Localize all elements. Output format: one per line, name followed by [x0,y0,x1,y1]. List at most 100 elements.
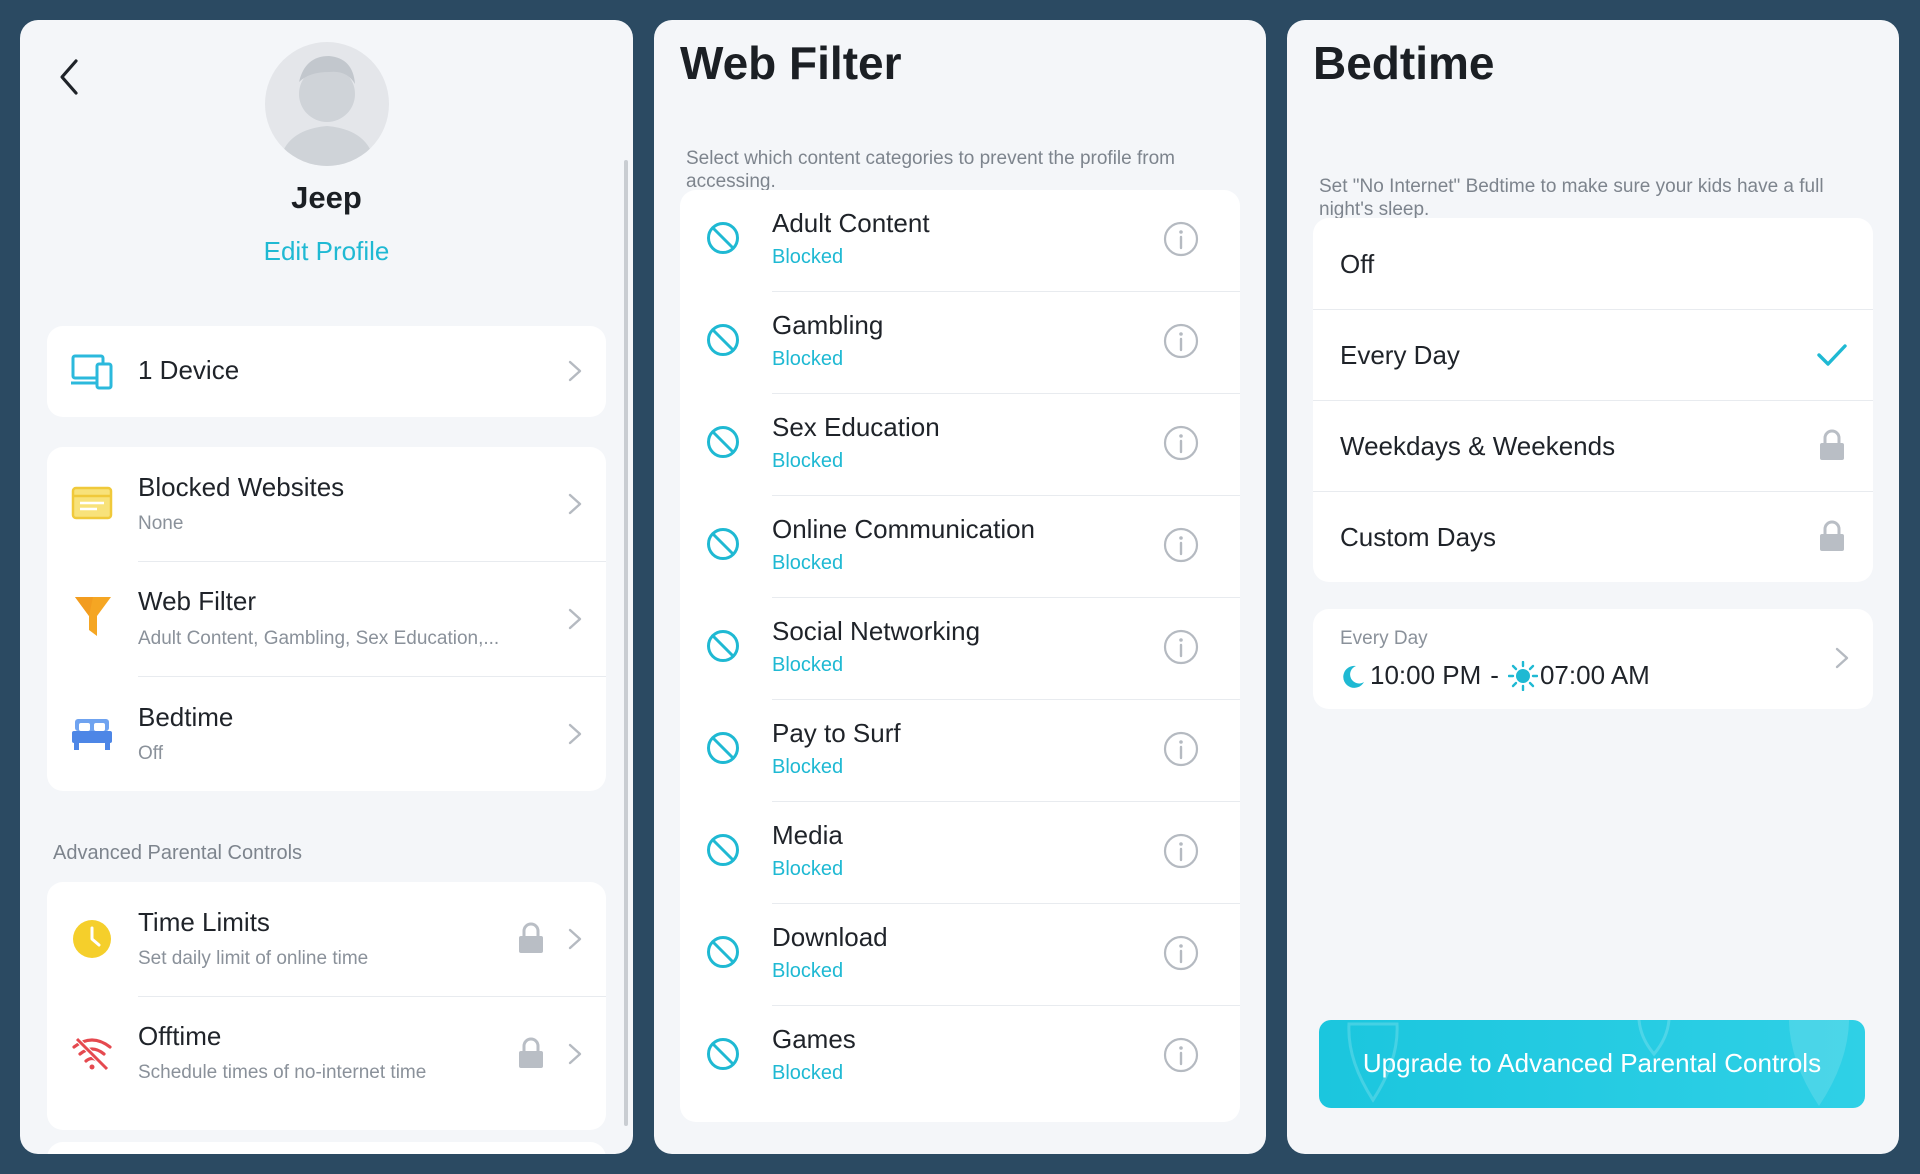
bedtime-row[interactable]: Bedtime Off [47,677,606,791]
schedule-times: 10:00 PM - 07:00 AM [1340,660,1650,691]
category-status: Blocked [772,246,844,268]
lock-icon [518,1037,544,1074]
category-row[interactable]: Sex Education Blocked [680,394,1240,496]
category-row[interactable]: Online Communication Blocked [680,496,1240,598]
option-custom-days[interactable]: Custom Days [1313,492,1873,582]
blocked-websites-row[interactable]: Blocked Websites None [47,447,606,561]
chevron-right-icon [568,723,582,750]
chevron-right-icon [568,608,582,635]
category-status: Blocked [772,348,844,370]
category-status: Blocked [772,960,844,982]
page-title: Web Filter [680,37,902,89]
category-row[interactable]: Adult Content Blocked [680,190,1240,292]
block-icon [706,1037,740,1076]
bedtime-panel: Bedtime Set "No Internet" Bedtime to mak… [1287,20,1899,1154]
lock-icon [518,922,544,959]
bedtime-label: Bedtime [138,702,234,732]
block-icon [706,425,740,464]
clock-icon [72,919,112,964]
block-icon [706,731,740,770]
lock-icon [1819,429,1845,466]
upgrade-button[interactable]: Upgrade to Advanced Parental Controls [1319,1020,1865,1108]
category-row[interactable]: Gambling Blocked [680,292,1240,394]
category-label: Gambling [772,310,884,340]
offtime-label: Offtime [138,1021,222,1051]
info-icon[interactable] [1163,425,1199,466]
bedtime-options: Off Every Day Weekdays & Weekends Custom… [1313,218,1873,582]
option-label: Weekdays & Weekends [1340,431,1616,461]
category-label: Media [772,820,843,850]
scrollbar[interactable] [624,160,628,1126]
advanced-card: Time Limits Set daily limit of online ti… [47,882,606,1130]
edit-profile-link[interactable]: Edit Profile [20,236,633,267]
web-filter-row[interactable]: Web Filter Adult Content, Gambling, Sex … [47,562,606,676]
offtime-row[interactable]: Offtime Schedule times of no-internet ti… [47,997,606,1111]
category-label: Adult Content [772,208,930,238]
info-icon[interactable] [1163,527,1199,568]
wifi-off-icon [71,1035,113,1076]
category-label: Online Communication [772,514,1036,544]
category-status: Blocked [772,450,844,472]
option-off[interactable]: Off [1313,218,1873,309]
devices-icon [71,352,113,395]
profile-panel: Jeep Edit Profile 1 Device Blocked Websi… [20,20,633,1154]
schedule-label: Every Day [1340,628,1428,649]
category-list: Adult Content Blocked Gambling Blocked Sex E… [680,190,1240,1122]
next-card-peek [47,1142,606,1154]
block-icon [706,833,740,872]
end-time: 07:00 AM [1539,660,1650,690]
info-icon[interactable] [1163,323,1199,364]
category-label: Pay to Surf [772,718,901,748]
category-label: Games [772,1024,856,1054]
option-label: Every Day [1340,340,1460,370]
profile-name: Jeep [291,180,362,215]
info-icon[interactable] [1163,833,1199,874]
offtime-sub: Schedule times of no-internet time [138,1062,427,1083]
settings-card: Blocked Websites None Web Filter Adult C… [47,447,606,791]
chevron-right-icon [568,928,582,955]
devices-row[interactable]: 1 Device [47,326,606,417]
block-icon [706,221,740,260]
web-filter-sub: Adult Content, Gambling, Sex Education,.… [138,628,500,649]
category-status: Blocked [772,858,844,880]
category-row[interactable]: Media Blocked [680,802,1240,904]
bed-icon [71,715,113,756]
schedule-row[interactable]: Every Day 10:00 PM - 07:00 AM [1313,609,1873,709]
category-row[interactable]: Games Blocked [680,1006,1240,1108]
info-icon[interactable] [1163,629,1199,670]
option-label: Off [1340,249,1375,279]
back-arrow-icon[interactable] [50,52,90,102]
web-filter-panel: Web Filter Select which content categori… [654,20,1266,1154]
category-row[interactable]: Download Blocked [680,904,1240,1006]
option-weekdays-weekends[interactable]: Weekdays & Weekends [1313,401,1873,491]
upgrade-button-label: Upgrade to Advanced Parental Controls [1362,1048,1822,1078]
block-icon [706,323,740,362]
info-icon[interactable] [1163,1037,1199,1078]
category-status: Blocked [772,756,844,778]
option-label: Custom Days [1340,522,1497,552]
web-filter-label: Web Filter [138,586,256,616]
avatar [265,42,389,166]
browser-window-icon [71,486,113,525]
time-limits-row[interactable]: Time Limits Set daily limit of online ti… [47,882,606,996]
category-row[interactable]: Social Networking Blocked [680,598,1240,700]
info-icon[interactable] [1163,731,1199,772]
lock-icon [1819,520,1845,557]
devices-label: 1 Device [138,355,240,385]
checkmark-icon [1817,343,1847,372]
bedtime-sub: Off [138,743,163,764]
category-row[interactable]: Pay to Surf Blocked [680,700,1240,802]
section-title: Advanced Parental Controls [53,842,303,864]
page-description: Select which content categories to preve… [686,148,1175,192]
category-status: Blocked [772,1062,844,1084]
option-every-day[interactable]: Every Day [1313,310,1873,400]
chevron-right-icon [568,360,582,387]
category-label: Social Networking [772,616,981,646]
info-icon[interactable] [1163,935,1199,976]
info-icon[interactable] [1163,221,1199,262]
block-icon [706,935,740,974]
sun-icon [1507,660,1539,691]
block-icon [706,629,740,668]
moon-icon [1340,663,1366,689]
time-separator: - [1490,660,1499,690]
